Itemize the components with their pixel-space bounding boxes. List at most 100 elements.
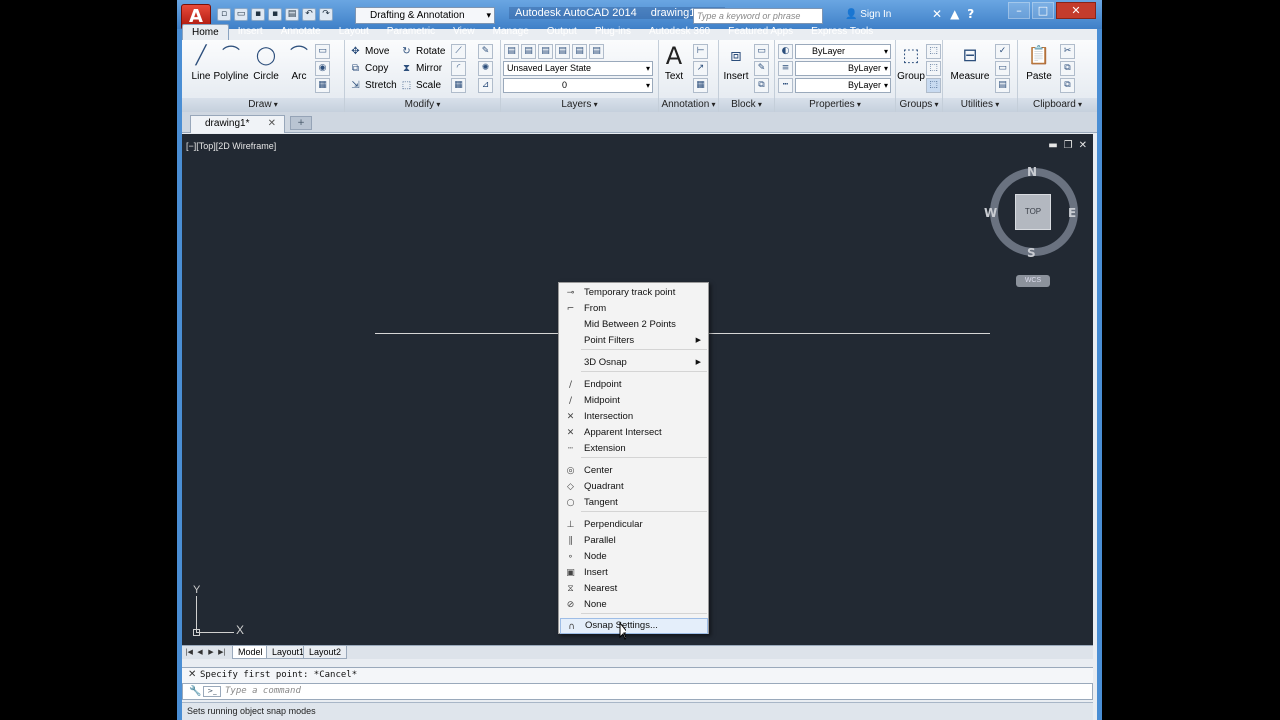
menu-item-from[interactable]: ⌐ From [560,301,708,317]
customize-wrench-icon[interactable]: 🔧 [189,686,201,697]
workspace-dropdown[interactable]: Drafting & Annotation [355,7,495,24]
tab-manage[interactable]: Manage [484,24,538,40]
draw-panel-title[interactable]: Draw [182,98,344,112]
ungroup-icon[interactable]: ⬚ [926,44,941,59]
erase-icon[interactable]: ✎ [478,44,493,59]
layer-off-icon[interactable]: ▤ [538,44,553,59]
menu-item-midpoint[interactable]: ∕ Midpoint [560,393,708,409]
polyline-button[interactable]: ⌒ Polyline [213,44,249,82]
group-edit-icon[interactable]: ⬚ [926,61,941,76]
block-attribute-icon[interactable]: ⧉ [754,78,769,93]
layout-tab-model[interactable]: Model [232,646,269,659]
groups-panel-title[interactable]: Groups [896,98,942,112]
viewcube-top-face[interactable]: TOP [1015,194,1051,230]
viewport-controls[interactable]: [−][Top][2D Wireframe] [186,141,276,151]
open-icon[interactable]: ▭ [234,8,248,21]
tab-layout[interactable]: Layout [330,24,378,40]
compass-east[interactable]: E [1068,206,1076,220]
menu-item-nearest[interactable]: ⧖ Nearest [560,581,708,597]
insert-block-button[interactable]: ⧈ Insert [719,44,753,82]
modify-panel-title[interactable]: Modify [345,98,500,112]
move-button[interactable]: ✥ Move [349,43,389,59]
annotation-panel-title[interactable]: Annotation [659,98,718,112]
rotate-button[interactable]: ↻ Rotate [400,43,445,59]
undo-icon[interactable]: ↶ [302,8,316,21]
tab-insert[interactable]: Insert [229,24,272,40]
save-as-icon[interactable]: ▪ [268,8,282,21]
new-icon[interactable]: ▫ [217,8,231,21]
text-button[interactable]: A Text [657,44,691,82]
compass-north[interactable]: N [1027,165,1037,179]
hatch-icon[interactable]: ◉ [315,61,330,76]
layers-panel-title[interactable]: Layers [501,98,658,112]
new-tab-icon[interactable]: + [290,116,312,130]
menu-item-quadrant[interactable]: ◇ Quadrant [560,479,708,495]
lineweight-dropdown[interactable]: ByLayer [795,78,891,93]
menu-item-point-filters[interactable]: Point Filters ▶ [560,333,708,349]
close-icon[interactable]: ✕ [1056,2,1096,19]
last-layout-icon[interactable]: ▶| [217,646,227,658]
create-block-icon[interactable]: ▭ [754,44,769,59]
layout-tab-layout2[interactable]: Layout2 [303,646,348,659]
scale-button[interactable]: ⬚ Scale [400,77,441,93]
wcs-menu[interactable]: WCS [1016,275,1050,287]
arc-button[interactable]: ⌒ Arc [282,44,316,82]
copy-button[interactable]: ⧉ Copy [349,60,388,76]
menu-item-extension[interactable]: ┄ Extension [560,441,708,457]
command-line[interactable]: 🔧 >_ Type a command [182,683,1093,700]
menu-item-parallel[interactable]: ∥ Parallel [560,533,708,549]
menu-item-intersection[interactable]: ✕ Intersection [560,409,708,425]
paste-button[interactable]: 📋 Paste [1022,44,1056,82]
dimension-icon[interactable]: ⊢ [693,44,708,59]
minimize-icon[interactable]: – [1008,2,1030,19]
tab-plug-ins[interactable]: Plug-ins [586,24,640,40]
cut-icon[interactable]: ✂ [1060,44,1075,59]
stay-connected-icon[interactable]: ▲ [950,7,959,21]
tab-featured-apps[interactable]: Featured Apps [719,24,802,40]
print-icon[interactable]: ▤ [285,8,299,21]
tab-parametric[interactable]: Parametric [378,24,444,40]
tab-autodesk-360[interactable]: Autodesk 360 [640,24,719,40]
menu-item-mid-between-2-points[interactable]: Mid Between 2 Points [560,317,708,333]
edit-block-icon[interactable]: ✎ [754,61,769,76]
close-command-line-icon[interactable]: ✕ [188,669,196,680]
menu-item-osnap-settings[interactable]: ∩ Osnap Settings... [560,618,708,634]
fillet-icon[interactable]: ◜ [451,61,466,76]
linetype-dropdown[interactable]: ByLayer [795,61,891,76]
group-selection-icon[interactable]: ⬚ [926,78,941,93]
next-layout-icon[interactable]: ▶ [206,646,216,658]
tab-view[interactable]: View [444,24,484,40]
offset-icon[interactable]: ⊿ [478,78,493,93]
explode-icon[interactable]: ✺ [478,61,493,76]
compass-south[interactable]: S [1027,246,1036,260]
layer-properties-icon[interactable]: ▤ [504,44,519,59]
table-icon[interactable]: ▦ [693,78,708,93]
menu-item-apparent-intersect[interactable]: ✕ Apparent Intersect [560,425,708,441]
tab-output[interactable]: Output [538,24,586,40]
layer-lock-icon[interactable]: ▤ [572,44,587,59]
gradient-icon[interactable]: ▦ [315,78,330,93]
menu-item-none[interactable]: ⊘ None [560,597,708,613]
copy-clip-icon[interactable]: ⧉ [1060,61,1075,76]
close-tab-icon[interactable]: ✕ [268,116,276,132]
leader-icon[interactable]: ↗ [693,61,708,76]
tab-express-tools[interactable]: Express Tools [802,24,882,40]
linetype-icon[interactable]: ┅ [778,78,793,93]
array-icon[interactable]: ▦ [451,78,466,93]
viewport-restore-icon[interactable]: ❐ [1064,140,1073,151]
tab-home[interactable]: Home [182,24,229,40]
command-input[interactable]: Type a command [225,686,301,696]
rectangle-icon[interactable]: ▭ [315,44,330,59]
select-all-icon[interactable]: ▭ [995,61,1010,76]
menu-item-tangent[interactable]: ○ Tangent [560,495,708,511]
command-prompt-icon[interactable]: >_ [203,686,221,697]
match-properties-icon[interactable]: ◐ [778,44,793,59]
circle-button[interactable]: ◯ Circle [249,44,283,82]
properties-panel-title[interactable]: Properties [775,98,895,112]
file-tab-drawing1[interactable]: drawing1* ✕ [190,115,285,133]
color-dropdown[interactable]: ByLayer [795,44,891,59]
compass-west[interactable]: W [984,206,997,220]
stretch-button[interactable]: ⇲ Stretch [349,77,396,93]
menu-item-endpoint[interactable]: ∕ Endpoint [560,377,708,393]
trim-icon[interactable]: ⟋ [451,44,466,59]
